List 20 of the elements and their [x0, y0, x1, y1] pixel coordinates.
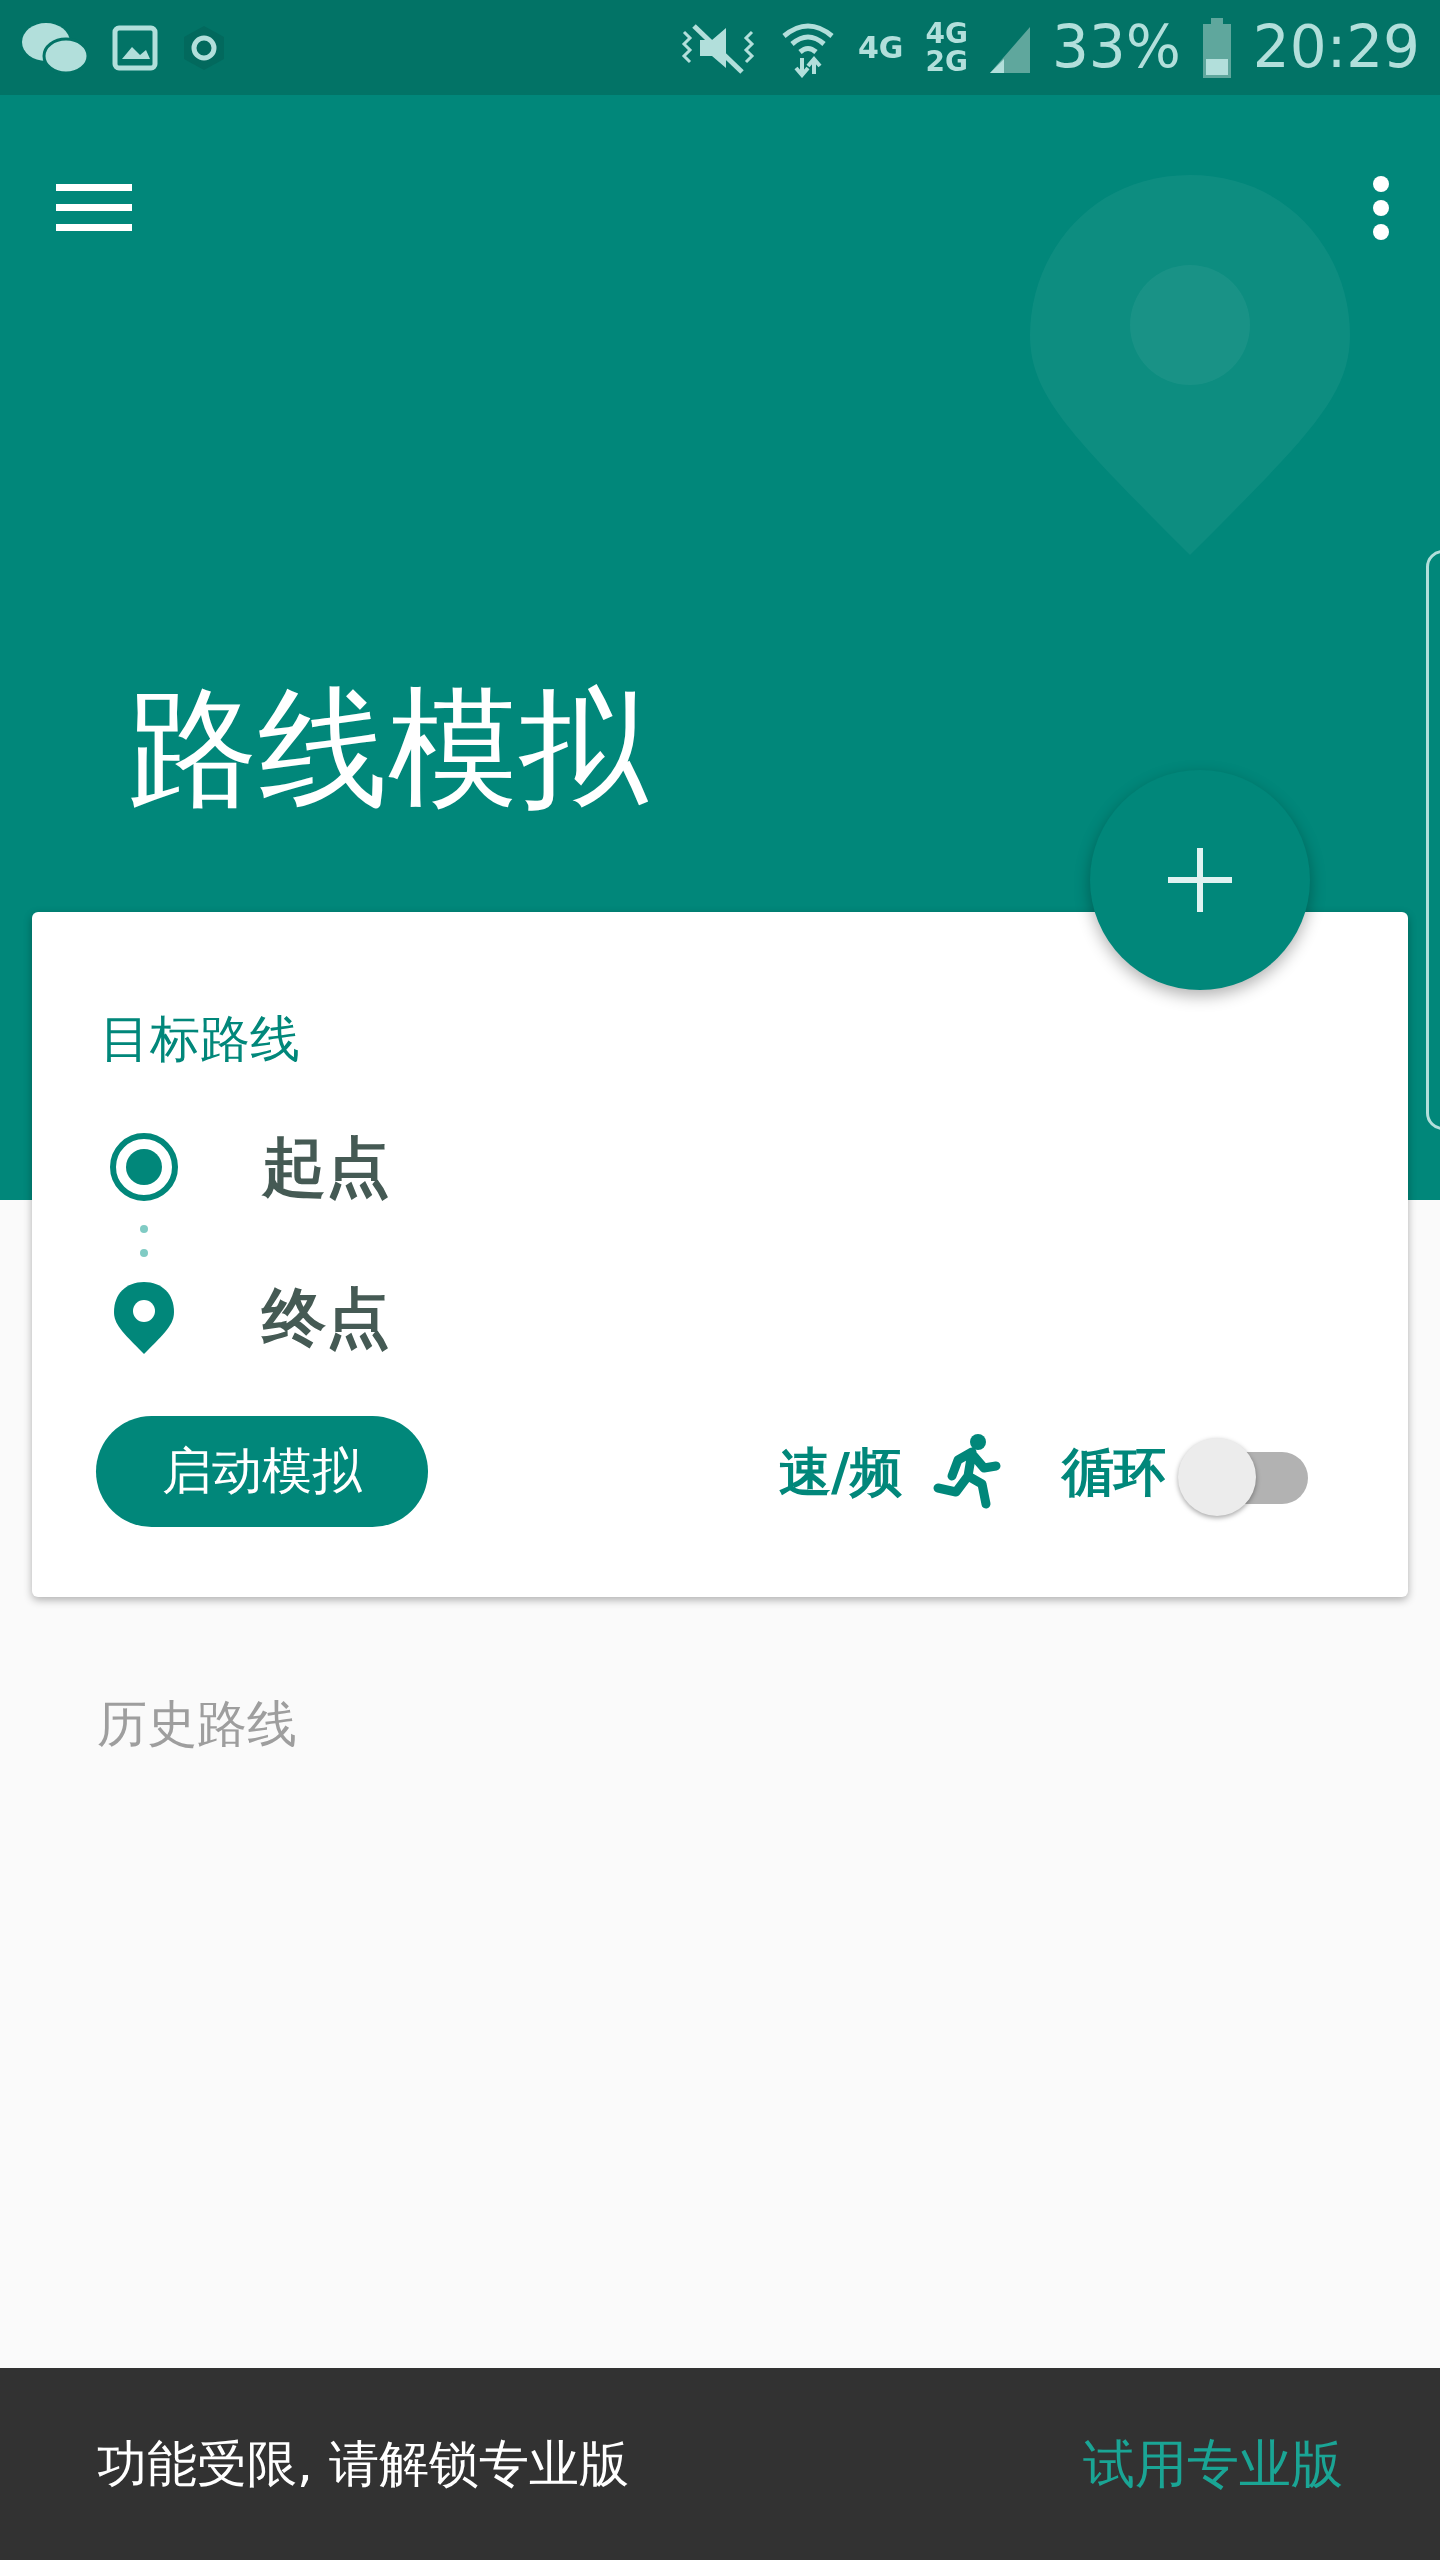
route-point-label[interactable]: 终点 [262, 1270, 390, 1366]
image-icon [112, 24, 158, 71]
clock-time: 20:29 [1252, 12, 1420, 83]
battery-icon [1202, 17, 1231, 78]
start-point-icon [108, 1131, 180, 1203]
speed-frequency-label[interactable]: 速/频 [779, 1432, 902, 1511]
network-label: 4G [857, 29, 904, 67]
section-heading: 历史路线 [97, 1694, 298, 1755]
page-title: 路线模拟 [128, 671, 648, 826]
more-options-button[interactable] [1372, 175, 1390, 241]
loop-label: 循环 [1062, 1440, 1166, 1504]
network-label: 2G [925, 47, 968, 76]
snackbar-message: 功能受限, 请解锁专业版 [97, 2433, 629, 2495]
route-point-label[interactable]: 起点 [262, 1119, 390, 1215]
try-pro-button[interactable]: 试用专业版 [1083, 2425, 1343, 2503]
network-label: 4G [925, 19, 968, 48]
card-title: 目标路线 [100, 1009, 301, 1070]
battery-percentage: 33% [1051, 12, 1181, 83]
plus-icon [1168, 848, 1232, 912]
start-simulation-button[interactable]: 启动模拟 [96, 1416, 428, 1527]
